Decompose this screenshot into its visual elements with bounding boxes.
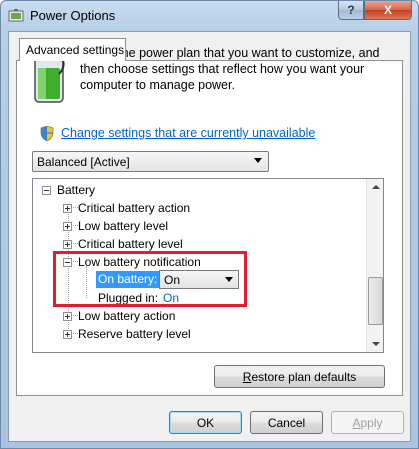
expand-icon[interactable]: [63, 203, 72, 213]
expand-icon[interactable]: [63, 311, 72, 321]
window-title: Power Options: [30, 8, 116, 23]
scroll-up-button[interactable]: [368, 179, 383, 195]
tree-node-low-battery-level[interactable]: Low battery level: [63, 217, 168, 235]
tree-node-critical-battery-action[interactable]: Critical battery action: [63, 199, 190, 217]
tab-advanced-settings[interactable]: Advanced settings: [19, 38, 126, 61]
help-icon: ?: [347, 3, 355, 17]
collapse-icon[interactable]: [42, 185, 51, 195]
title-bar[interactable]: Power Options ? X: [1, 1, 418, 31]
tree-node-reserve-battery-level[interactable]: Reserve battery level: [63, 325, 191, 343]
power-options-window: Power Options ? X Advanced settings Sele…: [0, 0, 419, 449]
close-icon: X: [383, 3, 392, 17]
help-button[interactable]: ?: [338, 1, 364, 20]
apply-label: pply: [360, 415, 383, 430]
expand-icon[interactable]: [63, 239, 72, 249]
chevron-up-icon: [371, 185, 380, 189]
tree-node-low-battery-action[interactable]: Low battery action: [63, 307, 175, 325]
tree-node-label: Reserve battery level: [78, 327, 191, 341]
expand-icon[interactable]: [63, 329, 72, 339]
cancel-button[interactable]: Cancel: [250, 411, 323, 434]
tree-node-battery[interactable]: Battery: [42, 181, 95, 199]
expand-icon[interactable]: [63, 221, 72, 231]
tree-node-label: Critical battery level: [78, 237, 183, 251]
uac-shield-icon: [40, 126, 54, 141]
scroll-thumb[interactable]: [368, 277, 383, 325]
scroll-down-button[interactable]: [368, 336, 383, 352]
apply-button[interactable]: Apply: [331, 411, 404, 434]
tree-node-label: Low battery action: [78, 309, 176, 323]
ok-button[interactable]: OK: [169, 411, 242, 434]
power-options-icon: [8, 9, 24, 22]
chevron-down-icon: [371, 342, 380, 346]
apply-accelerator: A: [352, 415, 361, 430]
tree-node-label: Critical battery action: [78, 201, 191, 215]
chevron-down-icon: [254, 158, 262, 163]
change-settings-link[interactable]: Change settings that are currently unava…: [61, 126, 315, 140]
restore-plan-defaults-button[interactable]: Restore plan defaults: [214, 365, 385, 388]
close-button[interactable]: X: [364, 1, 412, 20]
power-plan-dropdown[interactable]: Balanced [Active]: [32, 151, 269, 172]
power-plan-value: Balanced [Active]: [37, 155, 130, 169]
restore-accelerator: R: [242, 369, 252, 384]
tree-node-label: Low battery level: [78, 219, 169, 233]
tree-node-label: Battery: [57, 183, 96, 197]
restore-label: estore plan defaults: [251, 369, 357, 384]
tree-scrollbar[interactable]: [366, 179, 383, 352]
highlight-annotation-box: [53, 251, 247, 307]
